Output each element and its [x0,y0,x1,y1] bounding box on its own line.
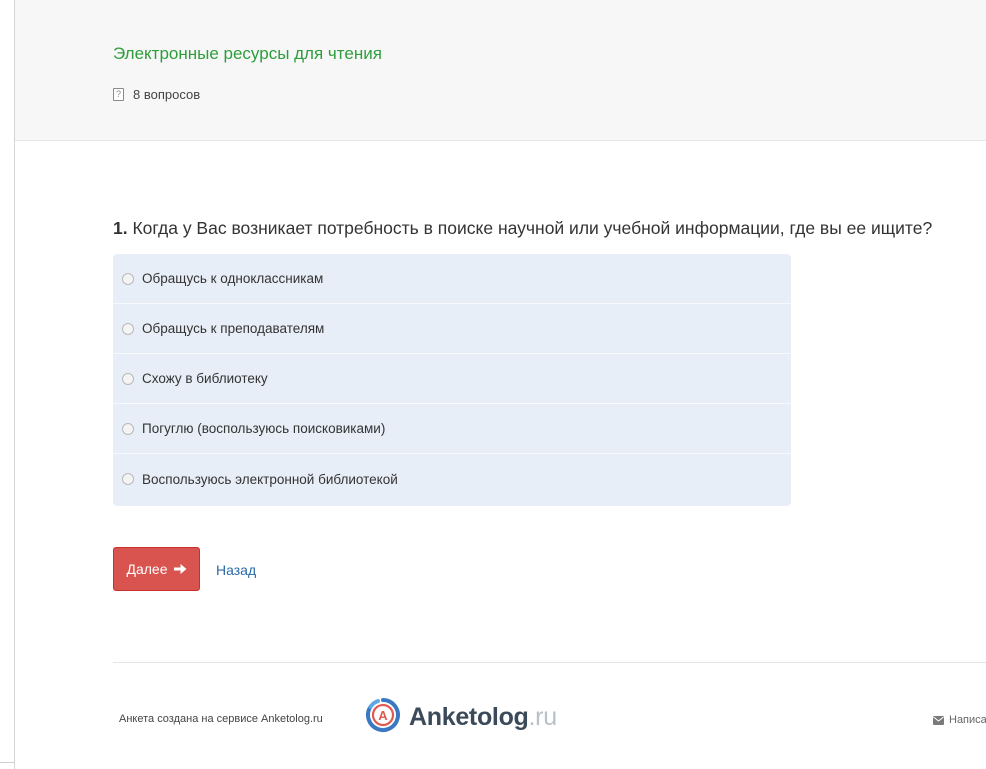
next-button[interactable]: Далее [113,547,200,591]
question-label: Когда у Вас возникает потребность в поис… [132,218,933,238]
answer-option-label: Обращусь к одноклассникам [142,271,324,286]
answer-options: Обращусь к одноклассникам Обращусь к пре… [113,254,791,506]
left-edge-corner [0,762,14,769]
radio-button[interactable] [122,272,134,285]
logo-tld: .ru [528,702,558,731]
anketolog-logo-icon: A [365,697,401,738]
next-button-label: Далее [126,561,168,577]
question-number: 1. [113,218,128,238]
footer-divider [113,662,986,663]
answer-option[interactable]: Схожу в библиотеку [113,354,791,404]
answer-option[interactable]: Воспользуюсь электронной библиотекой [113,454,791,504]
envelope-icon [933,715,944,725]
contact-label: Написа [949,714,986,726]
radio-button[interactable] [122,473,134,485]
contact-link[interactable]: Написа [933,714,986,726]
answer-option[interactable]: Обращусь к преподавателям [113,304,791,354]
logo-name: Anketolog [409,702,529,731]
question-mark-icon: ? [113,87,124,101]
answer-option[interactable]: Обращусь к одноклассникам [113,254,791,304]
question-count-row: ? 8 вопросов [113,86,200,102]
left-window-edge [0,0,15,769]
back-link[interactable]: Назад [216,562,256,578]
question-text: 1. Когда у Вас возникает потребность в п… [113,218,983,239]
created-with-text: Анкета создана на сервисе Anketolog.ru [119,713,323,725]
radio-button[interactable] [122,322,134,335]
question-count: 8 вопросов [133,86,201,102]
logo-wordmark: Anketolog.ru [409,703,557,732]
anketolog-logo[interactable]: A Anketolog.ru [365,697,557,737]
radio-button[interactable] [122,422,134,435]
answer-option[interactable]: Погуглю (воспользуюсь поисковиками) [113,404,791,454]
answer-option-label: Погуглю (воспользуюсь поисковиками) [142,421,386,436]
arrow-right-icon [173,563,187,575]
survey-header: Электронные ресурсы для чтения ? 8 вопро… [15,0,986,141]
answer-option-label: Воспользуюсь электронной библиотекой [142,471,398,487]
answer-option-label: Схожу в библиотеку [142,371,268,386]
radio-button[interactable] [122,372,134,385]
answer-option-label: Обращусь к преподавателям [142,321,325,336]
survey-title: Электронные ресурсы для чтения [113,44,382,63]
logo-letter: A [378,708,388,723]
